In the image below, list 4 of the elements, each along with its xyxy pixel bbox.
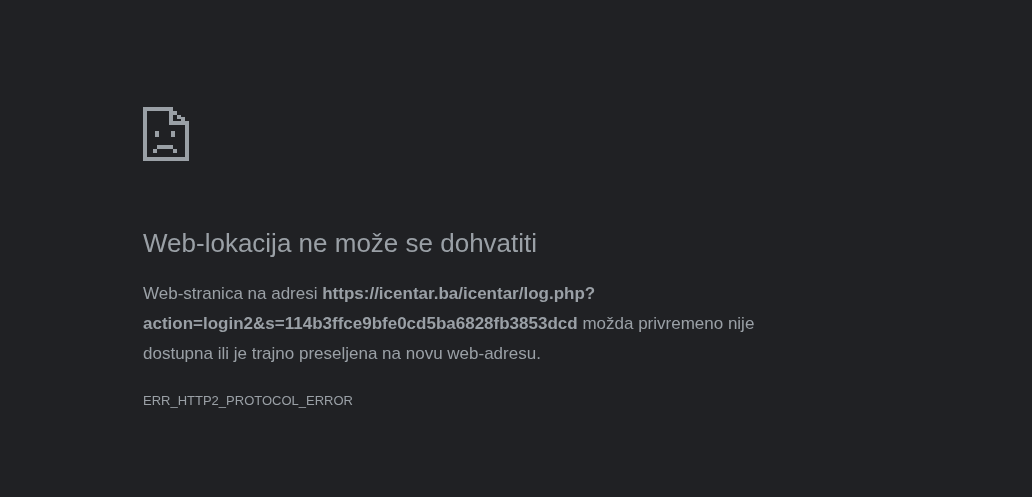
error-message: Web-stranica na adresi https://icentar.ba/icentar/log.php?action=login2&s=114b3ffce9bfe0cd5ba6828fb3853dcd možda privremeno nije dostupna ili je trajno preseljena na novu web-adresu. (143, 283, 756, 365)
error-heading: Web-lokacija ne može se dohvatiti (143, 227, 539, 259)
error-code: ERR_HTTP2_PROTOCOL_ERROR (143, 392, 354, 410)
sad-page-icon (143, 107, 189, 161)
